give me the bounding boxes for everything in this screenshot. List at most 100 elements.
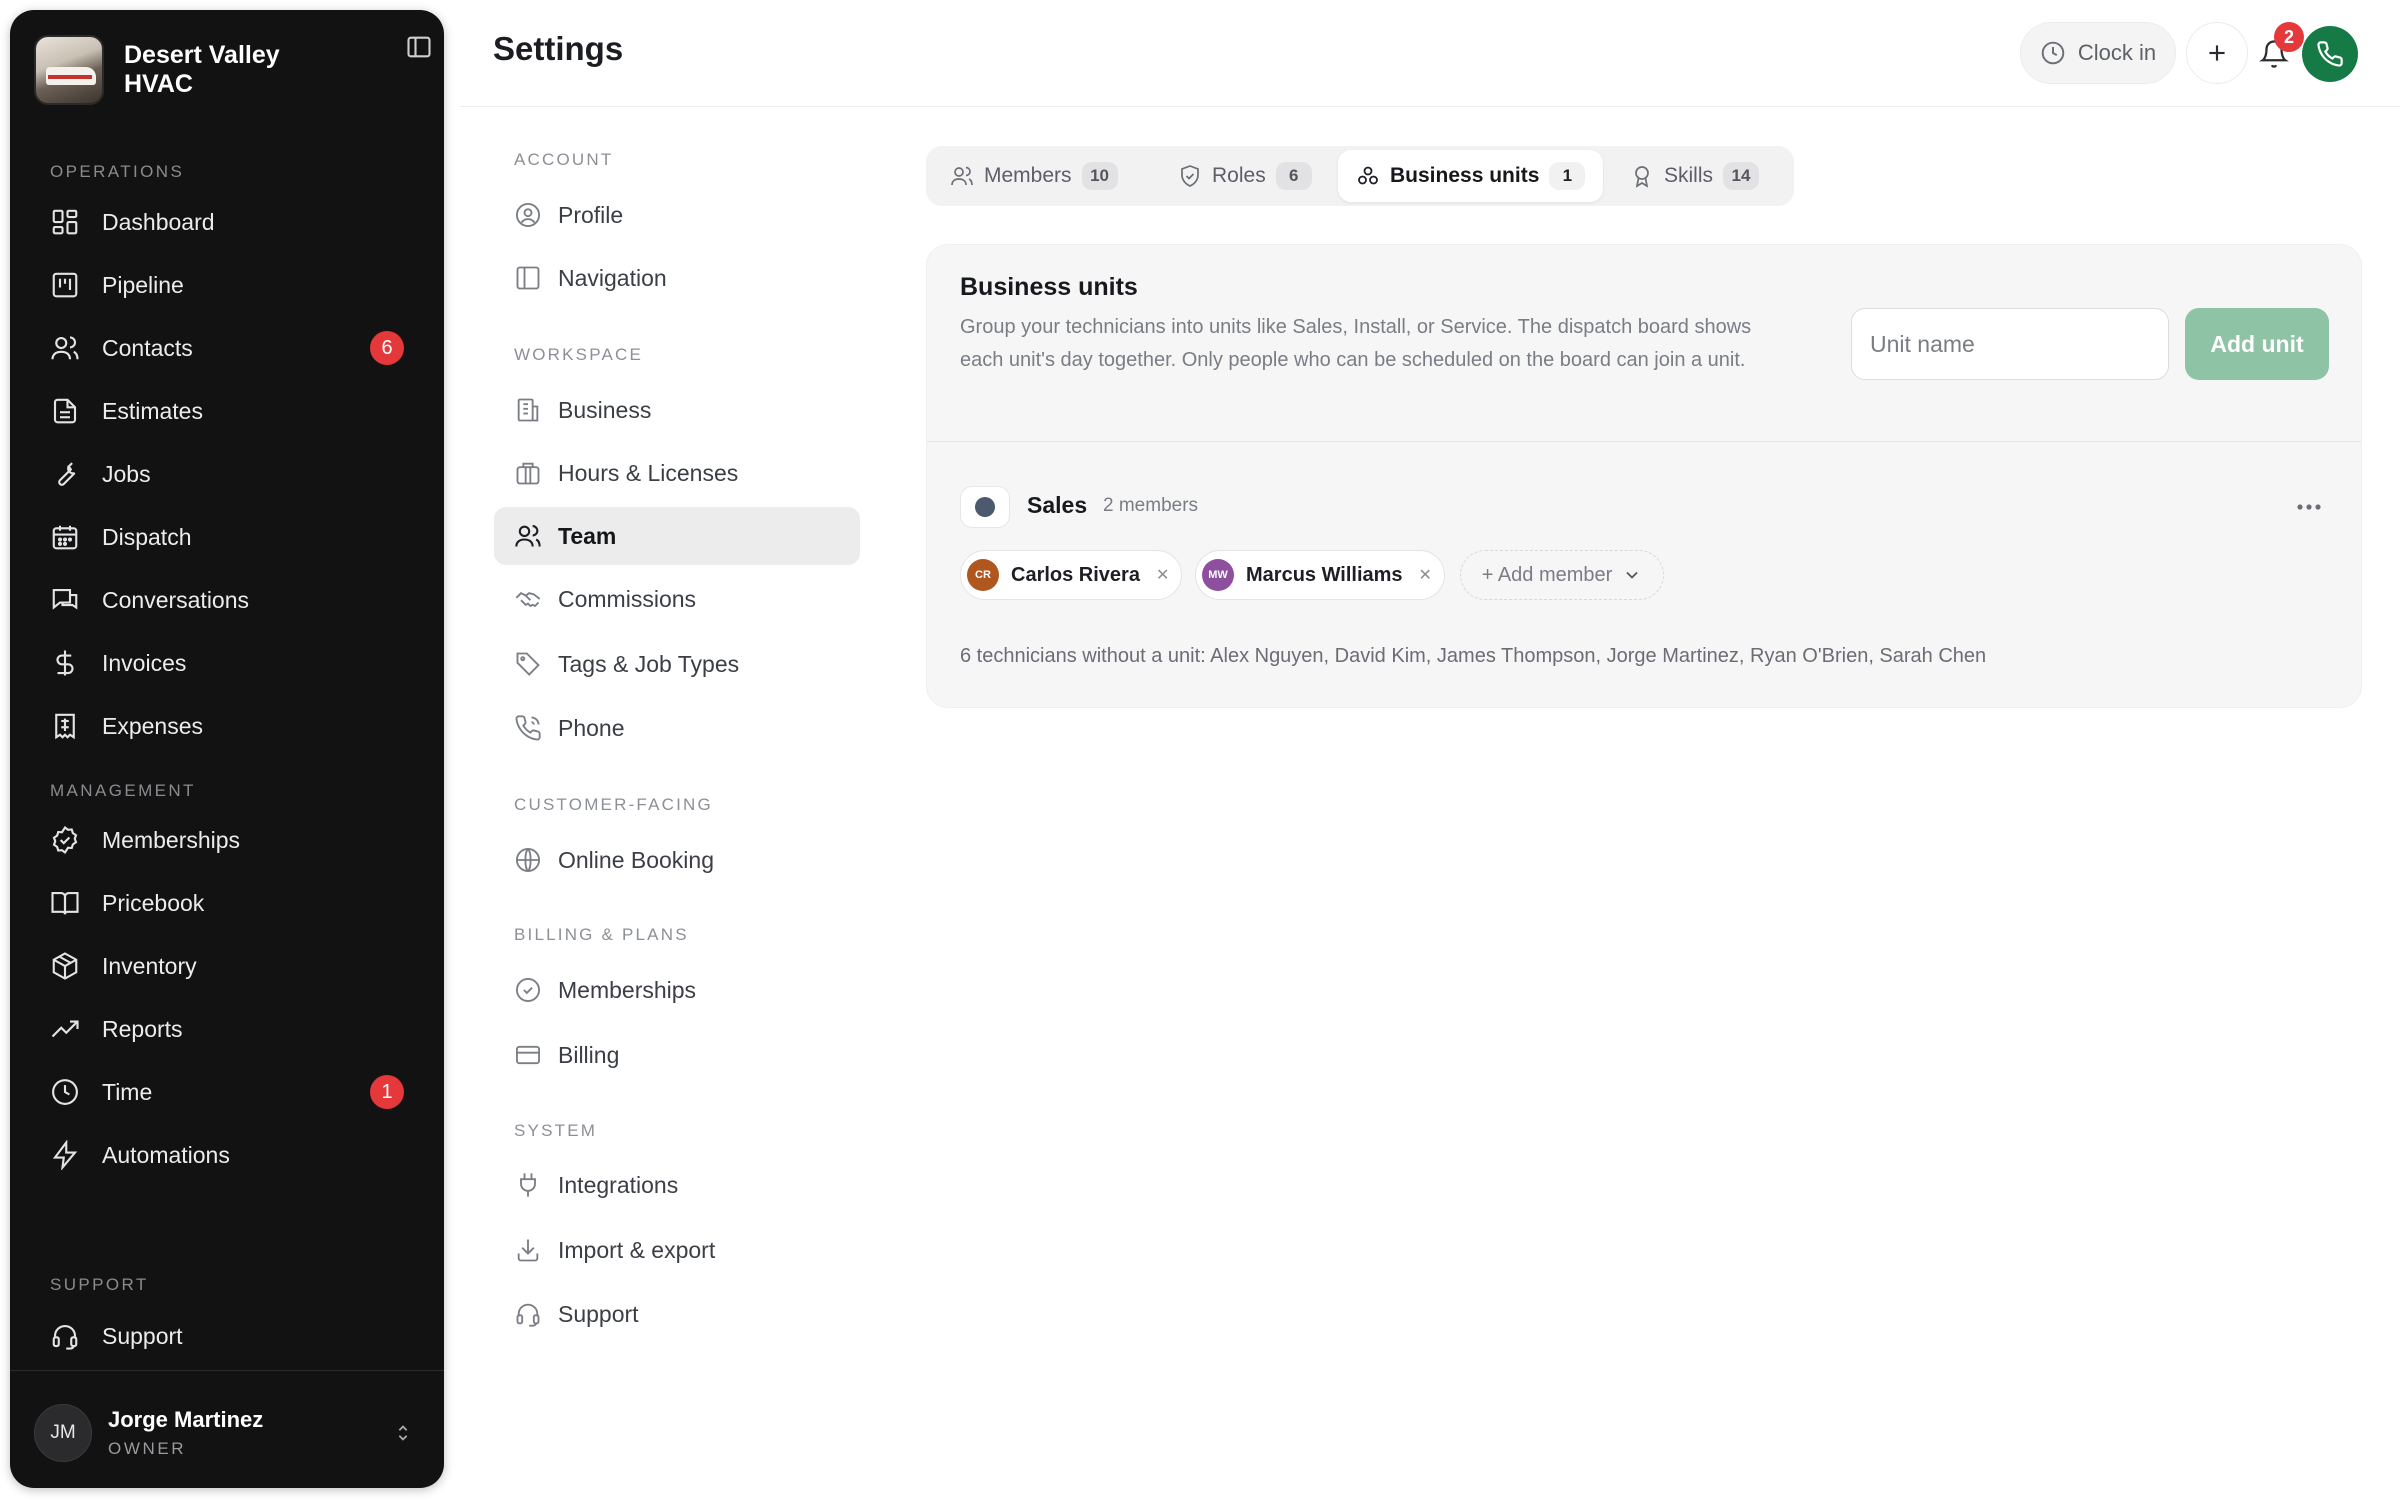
settings-item-label: Support	[558, 1300, 639, 1327]
sidebar-item-dashboard[interactable]: Dashboard	[34, 196, 420, 248]
clock-icon	[2040, 40, 2066, 66]
building-icon	[514, 396, 542, 424]
sidebar-item-invoices[interactable]: Invoices	[34, 637, 420, 689]
sidebar-divider	[10, 1370, 444, 1371]
settings-section-billing-plans: BILLING & PLANS	[514, 925, 689, 944]
phone-button[interactable]	[2302, 26, 2358, 82]
nav-section-support: SUPPORT	[50, 1275, 149, 1294]
sidebar-layout-icon	[514, 264, 542, 292]
add-unit-button[interactable]: Add unit	[2185, 308, 2329, 380]
sidebar-item-conversations[interactable]: Conversations	[34, 574, 420, 626]
tab-business-units[interactable]: Business units 1	[1338, 150, 1604, 202]
card-description: Group your technicians into units like S…	[960, 316, 1752, 371]
nav-section-management: MANAGEMENT	[50, 781, 196, 800]
settings-item-hours-licenses[interactable]: Hours & Licenses	[494, 444, 860, 502]
wrench-icon	[50, 459, 80, 489]
sidebar-item-pipeline[interactable]: Pipeline	[34, 259, 420, 311]
user-menu[interactable]: JM Jorge Martinez OWNER	[34, 1398, 420, 1468]
team-tabs: Members 10 Roles 6 Business units 1 Skil…	[926, 146, 1794, 206]
unit-color-dot	[975, 497, 995, 517]
sidebar-item-time[interactable]: Time 1	[34, 1066, 420, 1118]
plug-icon	[514, 1171, 542, 1199]
member-name: Marcus Williams	[1246, 563, 1403, 586]
time-count-badge: 1	[370, 1075, 404, 1109]
notifications-count-badge: 2	[2274, 22, 2304, 52]
sidebar-item-label: Support	[102, 1322, 183, 1349]
settings-item-label: Memberships	[558, 976, 697, 1003]
calendar-icon	[50, 522, 80, 552]
dollar-icon	[50, 648, 80, 678]
sidebar-item-label: Pipeline	[102, 271, 184, 298]
tab-skills[interactable]: Skills 14	[1612, 150, 1777, 202]
sidebar-item-label: Automations	[102, 1141, 230, 1168]
trend-icon	[50, 1014, 80, 1044]
sidebar-item-label: Reports	[102, 1015, 183, 1042]
tab-count: 10	[1081, 162, 1118, 190]
settings-item-navigation[interactable]: Navigation	[494, 249, 860, 307]
sidebar-item-reports[interactable]: Reports	[34, 1003, 420, 1055]
sidebar-item-pricebook[interactable]: Pricebook	[34, 877, 420, 929]
add-member-button[interactable]: + Add member	[1460, 550, 1664, 600]
remove-member-icon[interactable]: ✕	[1156, 565, 1169, 585]
sidebar-item-contacts[interactable]: Contacts 6	[34, 322, 420, 374]
unit-name-input[interactable]	[1851, 308, 2169, 380]
sidebar-item-dispatch[interactable]: Dispatch	[34, 511, 420, 563]
sidebar-item-label: Contacts	[102, 334, 193, 361]
settings-item-tags-job-types[interactable]: Tags & Job Types	[494, 635, 860, 693]
sidebar-item-support[interactable]: Support	[34, 1310, 420, 1362]
settings-item-billing[interactable]: Billing	[494, 1026, 860, 1084]
more-options-icon[interactable]	[2289, 495, 2329, 519]
tab-roles[interactable]: Roles 6	[1160, 150, 1330, 202]
headset-icon	[50, 1321, 80, 1351]
clock-in-button[interactable]: Clock in	[2020, 22, 2176, 84]
sidebar-item-jobs[interactable]: Jobs	[34, 448, 420, 500]
remove-member-icon[interactable]: ✕	[1419, 565, 1432, 585]
brand[interactable]: Desert Valley HVAC	[34, 34, 420, 106]
settings-item-integrations[interactable]: Integrations	[494, 1156, 860, 1214]
sidebar-item-estimates[interactable]: Estimates	[34, 385, 420, 437]
settings-item-commissions[interactable]: Commissions	[494, 570, 860, 628]
settings-item-phone[interactable]: Phone	[494, 699, 860, 757]
tag-icon	[514, 650, 542, 678]
avatar: JM	[34, 1404, 92, 1462]
brand-logo	[34, 35, 104, 105]
check-circle-icon	[50, 825, 80, 855]
sidebar-item-inventory[interactable]: Inventory	[34, 940, 420, 992]
check-badge-icon	[514, 976, 542, 1004]
sidebar-item-label: Dispatch	[102, 523, 192, 550]
members-icon	[950, 164, 974, 188]
sidebar-item-memberships[interactable]: Memberships	[34, 814, 420, 866]
settings-item-memberships[interactable]: Memberships	[494, 961, 860, 1019]
business-units-card: Business units Group your technicians in…	[926, 244, 2362, 708]
team-icon	[514, 522, 542, 550]
settings-item-online-booking[interactable]: Online Booking	[494, 831, 860, 889]
create-new-button[interactable]	[2186, 22, 2248, 84]
units-icon	[1356, 164, 1380, 188]
user-circle-icon	[514, 201, 542, 229]
user-role: OWNER	[108, 1439, 187, 1458]
settings-item-support[interactable]: Support	[494, 1285, 860, 1343]
add-member-label: + Add member	[1481, 563, 1613, 586]
sidebar-item-label: Conversations	[102, 586, 250, 613]
settings-item-label: Import & export	[558, 1236, 716, 1263]
globe-icon	[514, 846, 542, 874]
unit-color-picker[interactable]	[960, 486, 1010, 528]
sidebar-toggle-icon[interactable]	[404, 32, 434, 62]
settings-item-team[interactable]: Team	[494, 507, 860, 565]
settings-section-workspace: WORKSPACE	[514, 345, 644, 364]
settings-item-profile[interactable]: Profile	[494, 186, 860, 244]
tab-members[interactable]: Members 10	[932, 150, 1136, 202]
tab-label: Skills	[1664, 164, 1714, 187]
sidebar-item-automations[interactable]: Automations	[34, 1129, 420, 1181]
chevron-up-down-icon	[392, 1420, 414, 1446]
settings-item-label: Commissions	[558, 585, 697, 612]
settings-item-import-export[interactable]: Import & export	[494, 1221, 860, 1279]
avatar: MW	[1202, 559, 1234, 591]
headset-icon	[514, 1300, 542, 1328]
tab-count: 1	[1549, 162, 1586, 190]
sidebar-item-label: Invoices	[102, 649, 187, 676]
settings-item-business[interactable]: Business	[494, 381, 860, 439]
settings-item-label: Navigation	[558, 264, 667, 291]
sidebar-item-label: Expenses	[102, 712, 204, 739]
sidebar-item-expenses[interactable]: Expenses	[34, 700, 420, 752]
